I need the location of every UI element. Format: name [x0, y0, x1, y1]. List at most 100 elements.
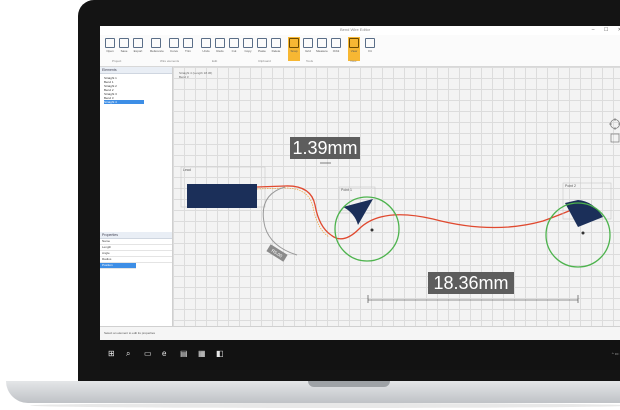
window-title: Bend Wire Editor [340, 27, 371, 32]
ribbon-button-label: Snap [290, 49, 298, 53]
ribbon-button-label: Copy [244, 49, 252, 53]
file-explorer-icon[interactable]: ▤ [180, 349, 188, 359]
ribbon-button-trim[interactable]: Trim [182, 37, 194, 61]
left-panel: Elements Straight 1 Bend 1 Straight 2 Bend … [100, 67, 173, 326]
delete-icon [271, 38, 281, 48]
dimension-label-large[interactable]: 18.36mm [428, 272, 514, 294]
ribbon-button-undo[interactable]: Undo [200, 37, 212, 61]
ribbon-button-label: Trim [185, 49, 191, 53]
ribbon-button-redo[interactable]: Redo [214, 37, 226, 61]
wire-path-segment-2[interactable] [330, 206, 579, 240]
laptop-shadow [30, 403, 620, 408]
export-icon [133, 38, 143, 48]
ribbon-group-label: Wire elements [160, 59, 180, 63]
save-icon [119, 38, 129, 48]
undo-icon [201, 38, 211, 48]
redo-icon [215, 38, 225, 48]
task-view-icon[interactable]: ▭ [144, 349, 152, 359]
ribbon-button-copy[interactable]: Copy [242, 37, 254, 61]
ribbon-button-open[interactable]: Open [104, 37, 116, 61]
ribbon-button-orbit[interactable]: Orbit [330, 37, 342, 61]
copy-icon [243, 38, 253, 48]
ribbon-button-grid[interactable]: Grid [302, 37, 314, 61]
ribbon-button-label: Curve [169, 49, 178, 53]
folder-icon [105, 38, 115, 48]
status-bar: Select an element to edit its properties [100, 326, 620, 341]
view-icon [349, 38, 359, 48]
ribbon-button-label: Grid [305, 49, 311, 53]
ribbon-button-snap[interactable]: Snap [288, 37, 300, 61]
dimension-label-small[interactable]: 1.39mm [290, 137, 360, 159]
window-controls[interactable]: – ☐ ✕ [592, 27, 620, 33]
drawing-canvas[interactable]: Straight 4 (Length 18.36) Bend 3 Lead R5… [173, 67, 620, 338]
ribbon-toolbar: Open Save Export Reference Curve Trim Undo Redo… [100, 35, 620, 67]
ribbon-button-delete[interactable]: Delete [270, 37, 282, 61]
ribbon-button-curve[interactable]: Curve [168, 37, 180, 61]
ribbon-button-label: Redo [216, 49, 224, 53]
orbit-icon [331, 38, 341, 48]
block-label: Lead [183, 168, 191, 172]
edge-browser-icon[interactable]: e [162, 349, 166, 359]
ribbon-button-measure[interactable]: Measure [316, 37, 328, 61]
wire-drawing[interactable]: Lead R5.00 Point 1 Point 2 [173, 67, 620, 326]
ribbon-button-label: Reference [150, 49, 164, 53]
ribbon-group-label: View [350, 59, 357, 63]
wire-lead-block[interactable] [187, 184, 257, 208]
ribbon-group-label: Edit [212, 59, 218, 63]
snap-icon [289, 38, 299, 48]
fit-icon [365, 38, 375, 48]
property-row[interactable]: Position [100, 263, 136, 269]
title-bar: Bend Wire Editor – ☐ ✕ [100, 26, 620, 35]
tree-item[interactable]: Straight 4 [104, 100, 144, 104]
grid-icon [303, 38, 313, 48]
windows-start-icon[interactable]: ⊞ [108, 349, 115, 359]
laptop-notch [308, 381, 390, 387]
store-icon[interactable]: ▦ [198, 349, 206, 359]
ribbon-button-reference[interactable]: Reference [150, 37, 164, 61]
navigation-cube-icon[interactable] [608, 117, 620, 143]
ribbon-button-fit[interactable]: Fit [364, 37, 376, 61]
trim-icon [183, 38, 193, 48]
paste-icon [257, 38, 267, 48]
ribbon-button-label: Export [133, 49, 143, 53]
app-icon[interactable]: ◧ [216, 349, 224, 359]
ribbon-button-label: Fit [368, 49, 372, 53]
system-tray[interactable]: ^ ▭ ◁) [612, 351, 620, 356]
properties-header: Properties [100, 232, 172, 239]
ribbon-button-label: View [350, 49, 358, 53]
ribbon-groups: Project Wire elements Edit Clipboard Tools Vi… [100, 59, 620, 65]
ribbon-button-label: Paste [258, 49, 266, 53]
status-text: Select an element to edit its properties [104, 331, 156, 335]
bend-1-center [370, 228, 374, 232]
cut-icon [229, 38, 239, 48]
ribbon-button-export[interactable]: Export [132, 37, 144, 61]
properties-panel: Properties Name Length Angle Radius Position [100, 232, 172, 269]
ribbon-button-cut[interactable]: Cut [228, 37, 240, 61]
ribbon-button-paste[interactable]: Paste [256, 37, 268, 61]
bend-1-label: Point 1 [341, 188, 352, 192]
measure-icon [317, 38, 327, 48]
element-tree: Straight 1 Bend 1 Straight 2 Bend 2 Straight… [100, 74, 172, 104]
reference-icon [151, 38, 161, 48]
wire-path-guide-1 [256, 187, 330, 238]
wire-path-segment-1[interactable] [256, 185, 332, 236]
screen: Bend Wire Editor – ☐ ✕ Open Save Export Ref… [100, 26, 620, 370]
ribbon-button-label: Delete [271, 49, 281, 53]
ribbon-button-label: Open [106, 49, 114, 53]
search-icon[interactable]: ⌕ [126, 349, 130, 359]
ribbon-button-label: Undo [202, 49, 210, 53]
tree-header: Elements [100, 67, 172, 74]
curve-icon [169, 38, 179, 48]
ribbon-group-label: Project [112, 59, 122, 63]
ribbon-button-label: Save [120, 49, 128, 53]
reference-arc [262, 186, 298, 256]
ribbon-button-view[interactable]: View [348, 37, 360, 61]
diagonal-tag: R5.00 [266, 244, 288, 262]
bend-2-center [581, 231, 585, 235]
windows-taskbar: ⊞ ⌕ ▭ e ▤ ▦ ◧ ^ ▭ ◁) [100, 340, 620, 370]
ribbon-button-label: Measure [316, 49, 328, 53]
ribbon-group-label: Tools [306, 59, 314, 63]
ribbon-group-label: Clipboard [258, 59, 271, 63]
ribbon-button-label: Orbit [332, 49, 340, 53]
ribbon-button-save[interactable]: Save [118, 37, 130, 61]
